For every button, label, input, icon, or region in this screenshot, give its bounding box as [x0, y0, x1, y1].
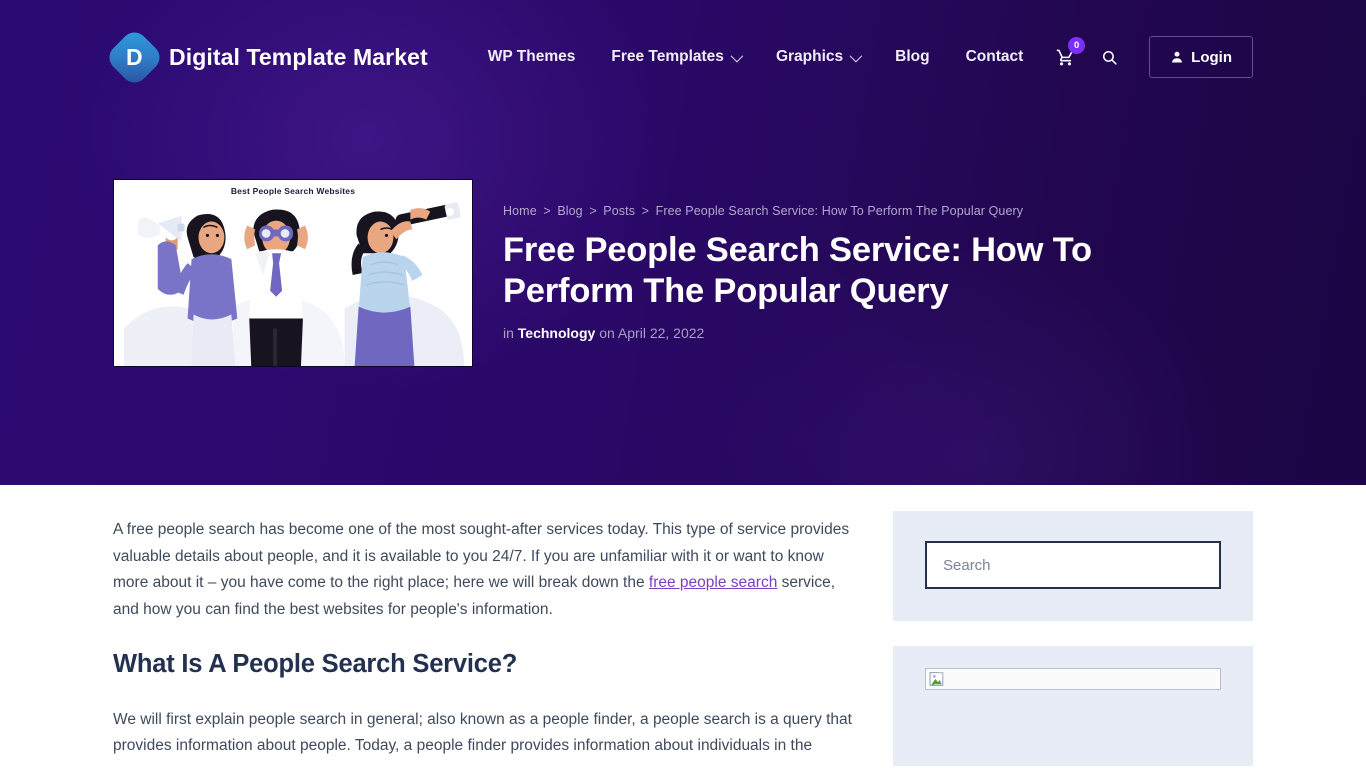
site-header: D Digital Template Market WP Themes Free… — [0, 0, 1366, 160]
sidebar — [893, 485, 1253, 768]
login-label: Login — [1191, 48, 1232, 66]
nav-item-blog[interactable]: Blog — [877, 48, 947, 66]
hero-content: Best People Search Websites Home > Blog … — [113, 179, 1253, 367]
breadcrumb-item-home[interactable]: Home — [503, 204, 537, 218]
brand-logo[interactable]: D Digital Template Market — [104, 26, 428, 88]
brand-name: Digital Template Market — [169, 43, 428, 70]
search-input[interactable] — [925, 541, 1221, 589]
post-date: April 22, 2022 — [617, 325, 705, 342]
breadcrumb-item-blog[interactable]: Blog — [557, 204, 582, 218]
user-icon — [1172, 51, 1183, 63]
image-widget — [893, 646, 1253, 766]
main-navigation: WP Themes Free Templates Graphics Blog C… — [470, 48, 1042, 66]
meta-middle: on — [599, 325, 615, 342]
post-category-link[interactable]: Technology — [518, 325, 596, 341]
logo-letter: D — [126, 43, 143, 70]
nav-item-graphics[interactable]: Graphics — [758, 48, 877, 66]
broken-image-icon — [929, 671, 944, 686]
article-paragraph-1: A free people search has become one of t… — [113, 517, 853, 624]
login-button[interactable]: Login — [1149, 36, 1253, 78]
article-content: A free people search has become one of t… — [113, 485, 853, 768]
cart-button[interactable]: 0 — [1043, 37, 1087, 74]
nav-label: Blog — [895, 48, 930, 65]
breadcrumb-item-posts[interactable]: Posts — [603, 204, 635, 218]
featured-image-caption: Best People Search Websites — [230, 186, 356, 196]
nav-label: WP Themes — [487, 48, 576, 65]
article-paragraph-2: We will first explain people search in g… — [113, 710, 852, 755]
page-title: Free People Search Service: How To Perfo… — [503, 231, 1092, 310]
chevron-down-icon — [849, 49, 863, 62]
nav-label: Graphics — [775, 48, 844, 65]
breadcrumb-separator: > — [589, 204, 597, 218]
nav-item-wp-themes[interactable]: WP Themes — [470, 48, 594, 66]
nav-label: Contact — [965, 48, 1024, 65]
nav-item-free-templates[interactable]: Free Templates — [593, 48, 758, 66]
cart-count-badge: 0 — [1068, 37, 1086, 54]
breadcrumb-item-current: Free People Search Service: How To Perfo… — [655, 204, 1024, 218]
post-meta: in Technology on April 22, 2022 — [503, 325, 1253, 341]
search-button[interactable] — [1087, 40, 1131, 74]
search-icon — [1102, 50, 1117, 65]
logo-icon: D — [104, 26, 165, 88]
section-heading-1: What Is A People Search Service? — [113, 649, 518, 678]
header-actions: 0 Login — [1043, 36, 1253, 78]
breadcrumb: Home > Blog > Posts > Free People Search… — [503, 204, 1253, 218]
meta-prefix: in — [503, 325, 514, 342]
free-people-search-link[interactable]: free people search — [649, 574, 777, 591]
hero-text-block: Home > Blog > Posts > Free People Search… — [503, 179, 1253, 367]
nav-item-contact[interactable]: Contact — [948, 48, 1042, 66]
breadcrumb-separator: > — [641, 204, 650, 218]
hero-section: D Digital Template Market WP Themes Free… — [0, 0, 1366, 485]
breadcrumb-separator: > — [543, 204, 551, 218]
chevron-down-icon — [730, 49, 744, 62]
nav-label: Free Templates — [611, 48, 724, 65]
people-search-illustration — [114, 180, 472, 366]
page-body: A free people search has become one of t… — [0, 485, 1366, 768]
broken-image-placeholder — [925, 668, 1221, 690]
featured-image: Best People Search Websites — [113, 179, 473, 367]
search-widget — [893, 511, 1253, 621]
